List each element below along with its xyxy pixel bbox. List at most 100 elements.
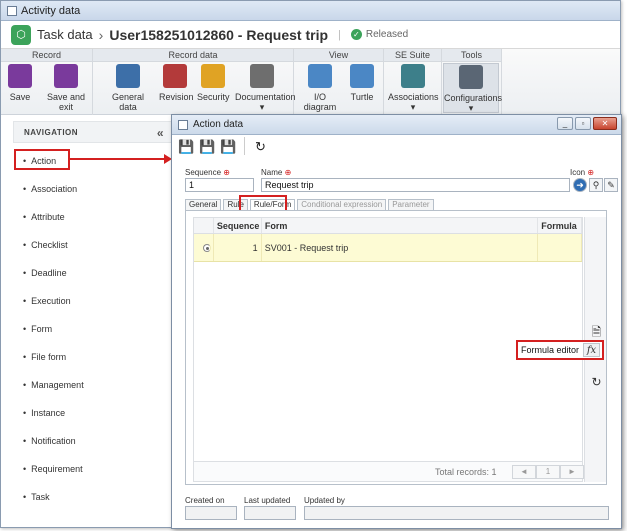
tab-parameter[interactable]: Parameter xyxy=(388,199,434,210)
window-controls: _ ▫ ✕ xyxy=(557,117,617,130)
nav-item-requirement[interactable]: • Requirement xyxy=(23,464,83,474)
ribbon-group-label: Record data xyxy=(93,49,293,62)
table-row[interactable]: 1 SV001 - Request trip xyxy=(194,234,582,262)
updated-by-label: Updated by xyxy=(304,496,345,505)
row-radio[interactable] xyxy=(203,244,211,252)
navigation-title: NAVIGATION xyxy=(24,128,79,137)
save-label: Save xyxy=(9,92,31,102)
formula-editor-icon[interactable]: fx xyxy=(583,343,600,357)
general-data-button[interactable]: General data xyxy=(105,64,151,112)
turtle-icon xyxy=(350,64,374,88)
save-and-exit-button[interactable]: Save and exit xyxy=(41,64,91,112)
turtle-label: Turtle xyxy=(350,92,374,102)
key-icon xyxy=(201,64,225,88)
navigation-header: NAVIGATION « xyxy=(13,121,173,143)
action-data-dialog: Action data _ ▫ ✕ 💾 💾 💾 ↻ Sequence ⊕ Nam… xyxy=(171,114,622,529)
nav-item-attribute[interactable]: • Attribute xyxy=(23,212,65,222)
nav-item-file-form[interactable]: • File form xyxy=(23,352,66,362)
minimize-button[interactable]: _ xyxy=(557,117,573,130)
save-icon[interactable]: 💾 xyxy=(199,138,216,155)
save-close-icon[interactable]: 💾 xyxy=(220,138,237,155)
nav-item-form[interactable]: • Form xyxy=(23,324,52,334)
documentation-label: Documentation xyxy=(235,92,296,102)
formula-editor-callout: Formula editor fx xyxy=(516,340,604,360)
nav-item-association[interactable]: • Association xyxy=(23,184,77,194)
name-label: Name ⊕ xyxy=(261,168,292,177)
prev-page-button[interactable]: ◄ xyxy=(512,465,536,479)
revision-button[interactable]: Revision xyxy=(159,64,194,102)
dialog-toolbar: 💾 💾 💾 ↻ xyxy=(178,137,269,155)
configurations-button[interactable]: Configurations ▾ xyxy=(443,63,503,113)
sequence-field[interactable] xyxy=(185,178,254,192)
created-on-field xyxy=(185,506,237,520)
general-data-label: General data xyxy=(111,92,145,112)
required-icon: ⊕ xyxy=(223,168,230,177)
window-title: Activity data xyxy=(21,4,81,17)
nav-item-notification[interactable]: • Notification xyxy=(23,436,76,446)
ribbon-group-view: View I/O diagram Turtle xyxy=(294,49,384,115)
collapse-icon[interactable]: « xyxy=(157,122,164,144)
io-diagram-label: I/O diagram xyxy=(303,92,337,112)
general-data-icon xyxy=(116,64,140,88)
document-view-icon[interactable]: 🗎 xyxy=(589,325,604,340)
nav-item-deadline[interactable]: • Deadline xyxy=(23,268,67,278)
nav-item-instance[interactable]: • Instance xyxy=(23,408,65,418)
refresh-icon[interactable]: ↻ xyxy=(589,375,604,390)
window-icon xyxy=(178,119,188,130)
action-highlight-box xyxy=(14,149,70,170)
ribbon-group-label: Record xyxy=(1,49,92,62)
required-icon: ⊕ xyxy=(587,168,595,177)
dropdown-arrow-icon: ▾ xyxy=(468,103,474,113)
page-title: User158251012860 - Request trip xyxy=(109,26,329,43)
tab-conditional-expression[interactable]: Conditional expression xyxy=(297,199,387,210)
maximize-button[interactable]: ▫ xyxy=(575,117,591,130)
column-form[interactable]: Form xyxy=(262,218,539,233)
arrow-right-circle-icon[interactable]: ➜ xyxy=(573,178,587,192)
gear-status-icon: ✓ xyxy=(350,29,362,40)
row-sequence: 1 xyxy=(214,234,262,261)
folder-icon xyxy=(250,64,274,88)
window-icon xyxy=(7,5,17,16)
configurations-label: Configurations xyxy=(444,93,503,103)
search-icon[interactable]: ⚲ xyxy=(589,178,603,192)
column-formula[interactable]: Formula xyxy=(538,218,582,233)
gear-icon xyxy=(459,65,483,89)
turtle-button[interactable]: Turtle xyxy=(346,64,378,102)
ribbon-group-tools: Tools Configurations ▾ xyxy=(442,49,502,115)
save-icon xyxy=(8,64,32,88)
dialog-tabs: General Rule Rule/Form Conditional expre… xyxy=(185,199,434,210)
breadcrumb[interactable]: Task data xyxy=(37,27,93,42)
last-updated-field xyxy=(244,506,296,520)
status-text: Released xyxy=(365,29,409,40)
pagination: ◄ 1 ► xyxy=(512,465,584,479)
tab-general[interactable]: General xyxy=(185,199,222,210)
nav-item-task[interactable]: • Task xyxy=(23,492,50,502)
security-button[interactable]: Security xyxy=(197,64,230,102)
nav-item-checklist[interactable]: • Checklist xyxy=(23,240,68,250)
nav-item-management[interactable]: • Management xyxy=(23,380,84,390)
ribbon-group-record-data: Record data General data Revision Securi… xyxy=(93,49,296,115)
next-page-button[interactable]: ► xyxy=(560,465,584,479)
documentation-button[interactable]: Documentation ▾ xyxy=(235,64,296,113)
ribbon-group-label: SE Suite xyxy=(384,49,441,62)
save-new-icon[interactable]: 💾 xyxy=(178,138,195,155)
status-badge: ✓ Released xyxy=(350,29,409,40)
icon-label: Icon ⊕ xyxy=(570,168,595,177)
close-button[interactable]: ✕ xyxy=(593,117,617,130)
refresh-icon[interactable]: ↻ xyxy=(252,138,269,155)
last-updated-label: Last updated xyxy=(244,496,291,505)
toolbar-divider xyxy=(244,137,245,155)
column-sequence[interactable]: Sequence xyxy=(214,218,262,233)
window-titlebar: Activity data xyxy=(1,1,620,21)
dialog-title: Action data xyxy=(193,119,244,130)
page-number: 1 xyxy=(536,465,560,479)
io-diagram-button[interactable]: I/O diagram xyxy=(300,64,340,112)
revision-label: Revision xyxy=(159,92,194,102)
row-form: SV001 - Request trip xyxy=(262,234,539,261)
associations-button[interactable]: Associations ▾ xyxy=(388,64,439,113)
updated-by-field xyxy=(304,506,609,520)
clear-icon[interactable]: ✎ xyxy=(604,178,618,192)
name-field[interactable] xyxy=(261,178,570,192)
save-button[interactable]: Save xyxy=(7,64,33,102)
nav-item-execution[interactable]: • Execution xyxy=(23,296,71,306)
